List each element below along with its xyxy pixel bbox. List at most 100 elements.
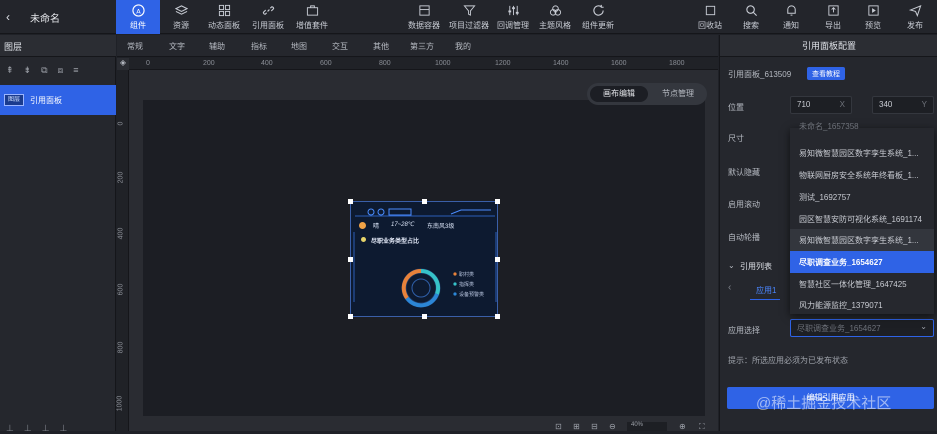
move-up-icon[interactable]: ⇞ <box>6 65 24 75</box>
legend-item: 设备预警类 <box>459 292 485 298</box>
x-position-input[interactable]: 710 X <box>790 96 852 114</box>
image-icon[interactable]: ⊞ <box>573 422 580 431</box>
config-panel-title: 引用面板配置 <box>720 35 937 57</box>
resize-handle[interactable] <box>422 314 427 319</box>
category-tab[interactable]: 其他 <box>373 41 389 52</box>
weather-text: 晴 <box>373 224 380 230</box>
resize-handle[interactable] <box>495 199 500 204</box>
toolbar-theme-button[interactable]: 主题风格 <box>536 0 574 34</box>
project-title[interactable]: 未命名 <box>30 10 60 25</box>
canvas-edit-tab[interactable]: 画布编辑 <box>590 86 648 102</box>
move-down-icon[interactable]: ⇟ <box>24 65 42 75</box>
toolbar-data-container-button[interactable]: 数据容器 <box>404 0 444 34</box>
toolbar-components-button[interactable]: A 组件 <box>116 0 160 34</box>
toolbar-label: 组件更新 <box>582 20 614 30</box>
toolbar-preview-button[interactable]: 预览 <box>858 0 888 34</box>
tool-icon[interactable]: ⊥ <box>42 423 60 433</box>
toolbar-ref-panel-button[interactable]: 引用面板 <box>248 0 288 34</box>
dropdown-option[interactable]: 未命名_1657358 <box>790 121 934 135</box>
ruler-tick: 1600 <box>611 60 627 67</box>
canvas-area[interactable]: 0 200 400 600 800 1000 1200 1400 1600 18… <box>116 58 718 431</box>
dropdown-option[interactable]: 智慧社区一体化管理_1647425 <box>790 273 934 295</box>
category-tab[interactable]: 文字 <box>169 41 185 52</box>
category-tab[interactable]: 我的 <box>455 41 471 52</box>
grid-icon <box>218 4 230 16</box>
ungroup-icon[interactable]: ⧈ <box>58 65 74 75</box>
component-category-bar: 常规 文字 辅助 指标 地图 交互 其他 第三方 我的 <box>117 35 718 57</box>
toolbar-label: 数据容器 <box>408 20 440 30</box>
toolbar-publish-button[interactable]: 发布 <box>900 0 930 34</box>
hint-text: 提示：所选应用必须为已发布状态 <box>728 356 848 365</box>
layer-item-ref-panel[interactable]: 图层 引用面板 <box>0 85 116 115</box>
tool-icon[interactable]: ⊥ <box>6 423 24 433</box>
resize-handle[interactable] <box>348 314 353 319</box>
enable-scroll-label: 启用滚动 <box>728 200 760 209</box>
toolbar-callback-button[interactable]: 回调管理 <box>494 0 532 34</box>
layer-bottom-tools: ⊥⊥⊥⊥ <box>6 423 77 434</box>
database-icon <box>418 4 430 16</box>
resize-handle[interactable] <box>348 257 353 262</box>
toolbar-label: 发布 <box>907 20 923 30</box>
ruler-tick: 200 <box>117 171 125 184</box>
bell-icon <box>786 4 796 16</box>
toolbar-export-button[interactable]: 导出 <box>818 0 848 34</box>
list-icon[interactable]: ≡ <box>73 65 88 75</box>
toolbar-dynamic-panel-button[interactable]: 动态面板 <box>204 0 244 34</box>
sun-icon <box>359 222 366 229</box>
toolbar-trash-button[interactable]: 回收站 <box>694 0 726 34</box>
app-tab[interactable]: 应用1 <box>756 285 776 296</box>
toolbar-resources-button[interactable]: 资源 <box>165 0 197 34</box>
toolbar-label: 增值套件 <box>296 20 328 30</box>
y-position-input[interactable]: 340 Y <box>872 96 934 114</box>
toolbar-notify-button[interactable]: 通知 <box>776 0 806 34</box>
filter-icon <box>462 4 476 16</box>
back-icon[interactable]: ‹ <box>6 10 10 24</box>
app-select[interactable]: 尽职调查业务_1654627 ⌄ <box>790 319 934 337</box>
resize-handle[interactable] <box>348 199 353 204</box>
category-tab[interactable]: 指标 <box>251 41 267 52</box>
ref-list-label: 引用列表 <box>740 262 772 271</box>
chevron-down-icon: ⌄ <box>920 322 927 331</box>
category-tab[interactable]: 常规 <box>127 41 143 52</box>
fit-icon[interactable]: ⊡ <box>555 422 562 431</box>
dropdown-option[interactable]: 易知微智慧园区数字孪生系统_1... <box>790 229 934 251</box>
category-tab[interactable]: 地图 <box>291 41 307 52</box>
toolbar-addons-button[interactable]: 增值套件 <box>292 0 332 34</box>
toolbar-search-button[interactable]: 搜索 <box>736 0 766 34</box>
tool-icon[interactable]: ⊥ <box>24 423 42 433</box>
dropdown-option-selected[interactable]: 尽职调查业务_1654627 <box>790 251 934 273</box>
chevron-down-icon[interactable]: ⌄ <box>728 261 735 270</box>
group-icon[interactable]: ⧉ <box>41 65 57 75</box>
ruler-tick: 800 <box>117 341 125 354</box>
zoom-field[interactable]: 40% <box>627 422 667 431</box>
dropdown-option[interactable]: 易知微智慧园区数字孪生系统_1... <box>790 142 934 164</box>
grid-toggle-icon[interactable]: ⊟ <box>591 422 598 431</box>
layer-thumbnail: 图层 <box>4 94 24 106</box>
resize-handle[interactable] <box>422 199 427 204</box>
dropdown-option[interactable]: 风力能源监控_1379071 <box>790 294 934 316</box>
node-manage-tab[interactable]: 节点管理 <box>651 86 705 102</box>
category-tab[interactable]: 交互 <box>332 41 348 52</box>
app-dropdown-menu: 未命名_1657358 易知微智慧园区数字孪生系统_1... 物联网厨房安全系统… <box>790 122 934 316</box>
category-tab[interactable]: 辅助 <box>209 41 225 52</box>
dropdown-option[interactable]: 测试_1692757 <box>790 186 934 208</box>
tool-icon[interactable]: ⊥ <box>60 423 78 433</box>
toolbar-label: 主题风格 <box>539 20 571 30</box>
ruler-tick: 1400 <box>553 60 569 67</box>
toolbar-filter-button[interactable]: 项目过滤器 <box>446 0 492 34</box>
category-tab[interactable]: 第三方 <box>410 41 434 52</box>
dropdown-option[interactable]: 园区智慧安防可视化系统_1691174 <box>790 208 934 230</box>
resize-handle[interactable] <box>495 257 500 262</box>
ref-panel-preview[interactable]: 晴 17~28℃ 东南风3级 尽职业务类型占比 职村类 指挥类 设备预警类 <box>348 199 500 319</box>
resize-handle[interactable] <box>495 314 500 319</box>
toolbar-update-button[interactable]: 组件更新 <box>578 0 618 34</box>
ruler-toggle-icon[interactable]: ◈ <box>117 58 129 70</box>
components-icon: A <box>131 3 145 17</box>
prev-tab-icon[interactable]: ‹ <box>728 282 731 293</box>
zoom-out-icon[interactable]: ⊖ <box>609 422 616 431</box>
svg-text:A: A <box>136 7 141 15</box>
tab-underline <box>750 299 780 300</box>
zoom-in-icon[interactable]: ⊕ <box>679 422 686 431</box>
dropdown-option[interactable]: 物联网厨房安全系统年终看板_1... <box>790 164 934 186</box>
tutorial-button[interactable]: 查看教程 <box>807 67 845 80</box>
